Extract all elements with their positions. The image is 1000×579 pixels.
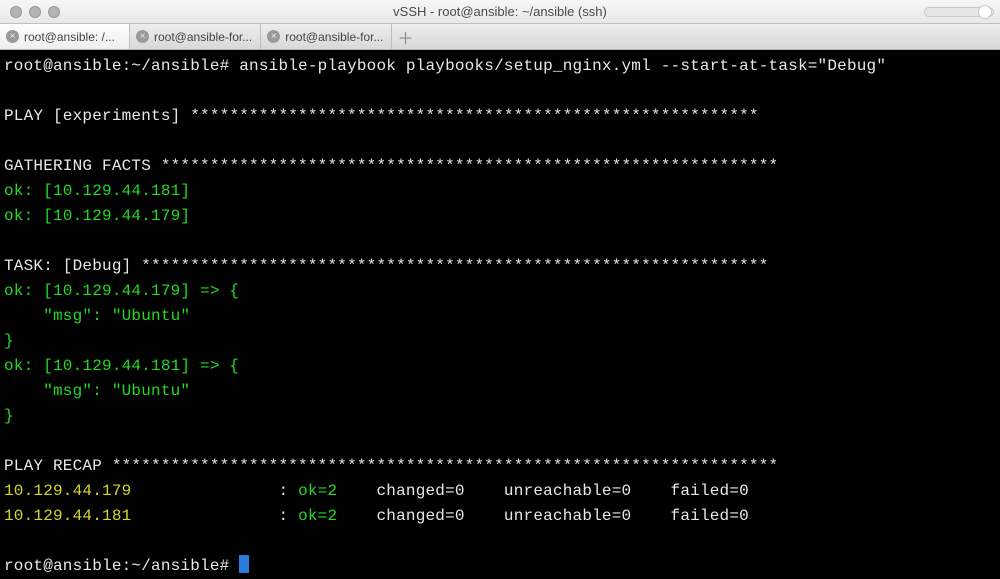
close-icon[interactable]: ×: [267, 30, 280, 43]
window-controls: [0, 6, 60, 18]
recap-sep: :: [269, 482, 298, 500]
prompt: root@ansible:~/ansible#: [4, 57, 239, 75]
opacity-slider[interactable]: [924, 7, 994, 17]
ok-line: ok: [10.129.44.181]: [4, 182, 190, 200]
gathering-facts-stars: ****************************************…: [161, 157, 779, 175]
ok-line: ok: [10.129.44.179]: [4, 207, 190, 225]
tab-label: root@ansible: /...: [24, 30, 115, 44]
recap-header: PLAY RECAP: [4, 457, 112, 475]
tab-1[interactable]: × root@ansible-for...: [130, 24, 261, 49]
tab-label: root@ansible-for...: [154, 30, 252, 44]
recap-rest: changed=0 unreachable=0 failed=0: [367, 482, 749, 500]
recap-stars: ****************************************…: [112, 457, 779, 475]
task-host-open: ok: [10.129.44.181] => {: [4, 357, 239, 375]
recap-pad: [131, 507, 268, 525]
command-text: ansible-playbook playbooks/setup_nginx.y…: [239, 57, 886, 75]
terminal-output[interactable]: root@ansible:~/ansible# ansible-playbook…: [0, 50, 1000, 570]
gathering-facts-header: GATHERING FACTS: [4, 157, 161, 175]
recap-pad: [131, 482, 268, 500]
play-header-stars: ****************************************…: [190, 107, 759, 125]
task-host-open: ok: [10.129.44.179] => {: [4, 282, 239, 300]
plus-icon: ＋: [397, 25, 413, 49]
recap-ok: ok=2: [298, 482, 367, 500]
recap-host: 10.129.44.181: [4, 507, 131, 525]
play-header: PLAY [experiments]: [4, 107, 190, 125]
zoom-window-button[interactable]: [48, 6, 60, 18]
add-tab-button[interactable]: ＋: [392, 24, 418, 49]
task-msg: "msg": "Ubuntu": [4, 307, 190, 325]
recap-rest: changed=0 unreachable=0 failed=0: [367, 507, 749, 525]
tab-bar: × root@ansible: /... × root@ansible-for.…: [0, 24, 1000, 50]
close-icon[interactable]: ×: [136, 30, 149, 43]
recap-host: 10.129.44.179: [4, 482, 131, 500]
task-header-stars: ****************************************…: [141, 257, 768, 275]
window-titlebar: vSSH - root@ansible: ~/ansible (ssh): [0, 0, 1000, 24]
brace-close: }: [4, 407, 14, 425]
recap-sep: :: [269, 507, 298, 525]
prompt: root@ansible:~/ansible#: [4, 557, 239, 575]
slider-knob[interactable]: [978, 5, 992, 19]
tab-2[interactable]: × root@ansible-for...: [261, 24, 392, 49]
window-title: vSSH - root@ansible: ~/ansible (ssh): [393, 4, 607, 19]
tab-0[interactable]: × root@ansible: /...: [0, 24, 130, 49]
task-msg: "msg": "Ubuntu": [4, 382, 190, 400]
minimize-window-button[interactable]: [29, 6, 41, 18]
recap-ok: ok=2: [298, 507, 367, 525]
task-header: TASK: [Debug]: [4, 257, 141, 275]
close-icon[interactable]: ×: [6, 30, 19, 43]
tab-label: root@ansible-for...: [285, 30, 383, 44]
brace-close: }: [4, 332, 14, 350]
cursor: [239, 555, 249, 573]
close-window-button[interactable]: [10, 6, 22, 18]
